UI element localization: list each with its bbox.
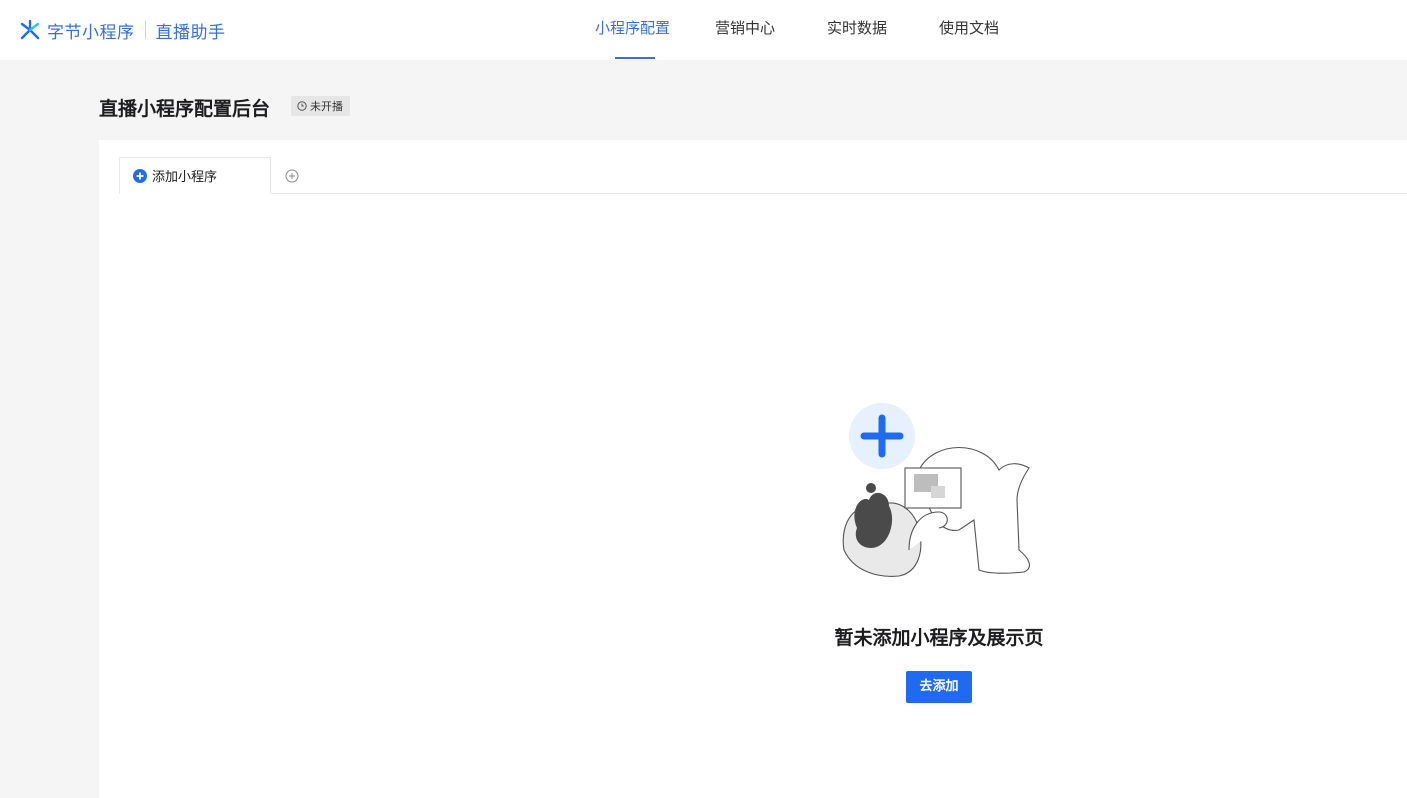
plus-circle-icon bbox=[133, 168, 147, 183]
tabs-divider bbox=[119, 193, 1407, 194]
empty-message: 暂未添加小程序及展示页 bbox=[834, 627, 1044, 649]
nav-item-realtime-data[interactable]: 实时数据 bbox=[827, 0, 887, 60]
empty-illustration bbox=[842, 403, 1030, 577]
tab-label: 添加小程序 bbox=[152, 170, 218, 185]
content-panel: 添加小程序 暂未添加小程序及展示页 去添加 bbox=[99, 140, 1407, 798]
page-title: 直播小程序配置后台 bbox=[99, 98, 271, 120]
add-circle-icon[interactable] bbox=[285, 169, 299, 183]
top-navbar: 字节小程序 直播助手 小程序配置 营销中心 实时数据 使用文档 bbox=[0, 0, 1407, 60]
nav-active-indicator bbox=[615, 57, 655, 59]
main-nav: 小程序配置 营销中心 实时数据 使用文档 bbox=[0, 0, 1407, 60]
nav-item-marketing[interactable]: 营销中心 bbox=[715, 0, 775, 60]
nav-item-docs[interactable]: 使用文档 bbox=[939, 0, 999, 60]
nav-item-miniprogram-config[interactable]: 小程序配置 bbox=[595, 0, 670, 60]
tab-add-miniprogram[interactable]: 添加小程序 bbox=[119, 157, 271, 194]
go-add-button[interactable]: 去添加 bbox=[906, 671, 972, 703]
clock-icon bbox=[297, 101, 307, 111]
status-badge: 未开播 bbox=[291, 96, 350, 116]
status-text: 未开播 bbox=[310, 100, 343, 113]
